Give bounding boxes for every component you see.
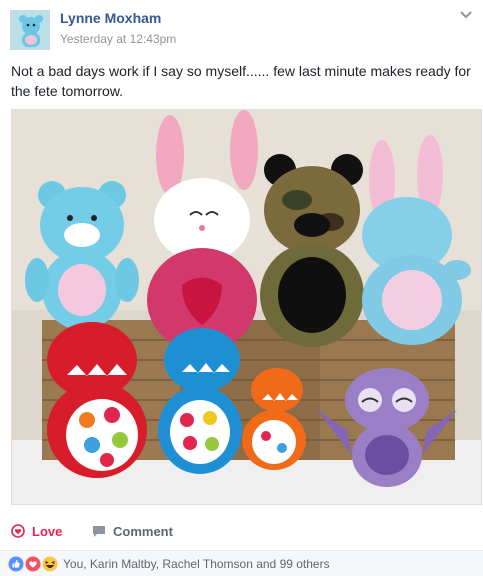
blue-dinosaur bbox=[158, 328, 242, 474]
comment-button[interactable]: Comment bbox=[92, 516, 173, 546]
love-icon bbox=[25, 556, 41, 572]
soft-toys-photo bbox=[12, 110, 481, 504]
reactions-bar: You, Karin Maltby, Rachel Thomson and 99… bbox=[0, 550, 483, 576]
author-avatar[interactable] bbox=[10, 10, 50, 50]
post-action-bar: Love Comment bbox=[0, 516, 483, 546]
post-text: Not a bad days work if I say so myself..… bbox=[11, 63, 471, 99]
speech-bubble-icon bbox=[93, 526, 105, 537]
author-name[interactable]: Lynne Moxham bbox=[60, 10, 161, 26]
reaction-icons[interactable] bbox=[8, 556, 62, 572]
heart-outline-icon bbox=[11, 524, 25, 538]
red-dinosaur bbox=[47, 322, 147, 478]
post-photo[interactable] bbox=[11, 109, 482, 505]
post-timestamp[interactable]: Yesterday at 12:43pm bbox=[60, 32, 176, 46]
like-icon bbox=[8, 556, 24, 572]
haha-icon bbox=[42, 556, 58, 572]
love-label: Love bbox=[32, 523, 63, 539]
facebook-post: Lynne Moxham Yesterday at 12:43pm Not a … bbox=[0, 0, 483, 576]
comment-label: Comment bbox=[113, 523, 173, 539]
chevron-down-icon[interactable] bbox=[459, 10, 473, 20]
love-button[interactable]: Love bbox=[11, 516, 62, 546]
avatar-image bbox=[11, 11, 49, 49]
reaction-summary[interactable]: You, Karin Maltby, Rachel Thomson and 99… bbox=[63, 557, 330, 571]
